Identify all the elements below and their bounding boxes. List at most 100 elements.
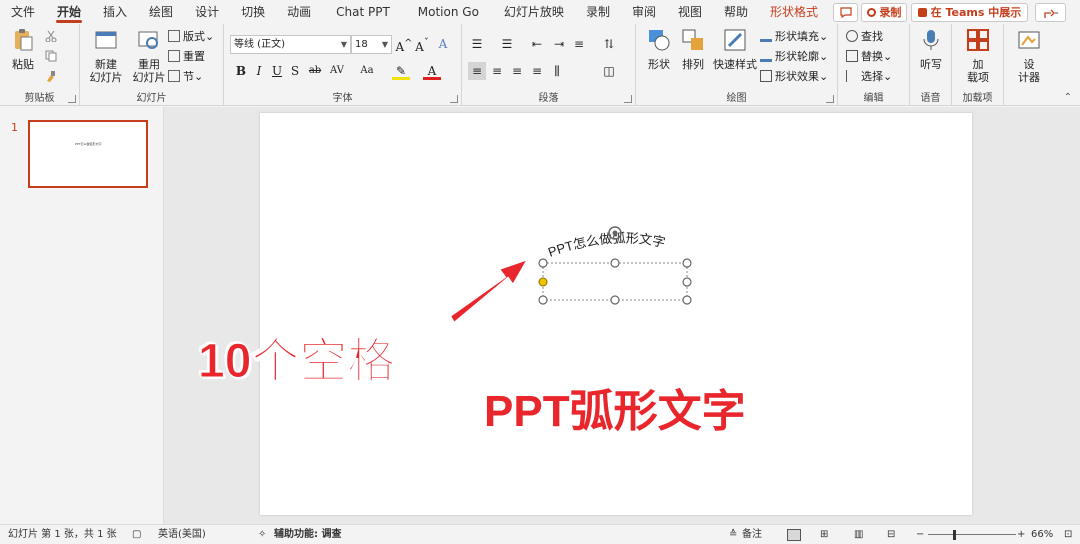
fit-to-window-icon[interactable]: ⊡ xyxy=(1064,525,1072,544)
find-button[interactable]: 查找 xyxy=(846,28,883,46)
tab-home[interactable]: 开始 xyxy=(46,0,92,24)
language[interactable]: 英语(美国) xyxy=(158,525,206,544)
arc-text-shape[interactable]: PPT怎么做弧形文字 xyxy=(260,113,972,515)
reuse-slides-button[interactable]: 重用 幻灯片 xyxy=(130,28,168,84)
resize-handle[interactable] xyxy=(538,258,548,268)
cut-button[interactable] xyxy=(45,28,60,46)
present-in-teams-button[interactable]: 在 Teams 中展示 xyxy=(911,3,1028,22)
zoom-in-icon[interactable]: + xyxy=(1017,525,1025,544)
slideshow-icon[interactable]: ⊟ xyxy=(887,525,895,544)
bold-button[interactable]: B xyxy=(232,62,250,80)
section-button[interactable]: 节⌄ xyxy=(168,68,203,86)
adjust-handle[interactable] xyxy=(538,277,548,287)
layout-button[interactable]: 版式⌄ xyxy=(168,28,214,46)
shapes-button[interactable]: 形状 xyxy=(642,28,676,71)
slide-1[interactable]: PPT怎么做弧形文字 10个空格 PPT弧形文字 xyxy=(197,113,972,515)
tab-view[interactable]: 视图 xyxy=(667,0,713,24)
font-name-select[interactable]: 等线 (正文) ▼ xyxy=(230,35,351,54)
section-icon xyxy=(168,70,180,82)
tab-chatppt[interactable]: Chat PPT xyxy=(322,0,404,24)
font-size-select[interactable]: 18 ▼ xyxy=(351,35,392,54)
copy-button[interactable] xyxy=(45,48,60,66)
zoom-level[interactable]: 66% xyxy=(1031,525,1053,544)
share-button[interactable] xyxy=(1035,3,1066,22)
bullets-button[interactable]: ☰ xyxy=(468,35,486,53)
replace-button[interactable]: 替换⌄ xyxy=(846,48,892,66)
align-right-button[interactable]: ≡ xyxy=(508,62,526,80)
slide-thumbnail[interactable]: PPT怎么做弧形文字 xyxy=(28,120,148,188)
underline-button[interactable]: U xyxy=(268,62,286,80)
tab-record[interactable]: 录制 xyxy=(575,0,621,24)
shrink-font-button[interactable]: Aˇ xyxy=(413,35,431,54)
line-spacing-button[interactable]: ≡ xyxy=(570,35,588,53)
zoom-slider[interactable] xyxy=(928,534,1016,535)
resize-handle[interactable] xyxy=(538,295,548,305)
tab-file[interactable]: 文件 xyxy=(0,0,46,24)
resize-handle[interactable] xyxy=(610,295,620,305)
shape-fill-button[interactable]: 形状填充⌄ xyxy=(760,28,828,46)
resize-handle[interactable] xyxy=(682,258,692,268)
tab-animations[interactable]: 动画 xyxy=(276,0,322,24)
tab-draw[interactable]: 绘图 xyxy=(138,0,184,24)
tab-insert[interactable]: 插入 xyxy=(92,0,138,24)
collapse-ribbon-icon[interactable]: ⌃ xyxy=(1064,92,1072,103)
shape-outline-button[interactable]: 形状轮廓⌄ xyxy=(760,48,828,66)
highlight-button[interactable]: ✎ xyxy=(392,62,410,80)
record-button[interactable]: 录制 xyxy=(861,3,907,22)
reading-view-icon[interactable]: ▥ xyxy=(854,525,863,544)
clipboard-launcher-icon[interactable] xyxy=(68,95,76,103)
format-painter-button[interactable] xyxy=(45,68,60,86)
addins-group: 加 载项 加载项 xyxy=(952,24,1004,106)
change-case-button[interactable]: Aa xyxy=(358,62,376,80)
numbering-button[interactable]: ☰ xyxy=(498,35,516,53)
slide-sorter-icon[interactable]: ⊞ xyxy=(820,525,828,544)
new-slide-button[interactable]: 新建 幻灯片 xyxy=(86,28,126,84)
smartart-button[interactable]: ◫ xyxy=(600,62,618,80)
addins-button[interactable]: 加 载项 xyxy=(961,28,995,84)
paragraph-launcher-icon[interactable] xyxy=(624,95,632,103)
increase-indent-button[interactable]: ⇥ xyxy=(550,35,568,53)
resize-handle[interactable] xyxy=(682,277,692,287)
spellcheck-icon[interactable]: ▢ xyxy=(132,525,141,544)
accessibility-status[interactable]: 辅助功能: 调查 xyxy=(274,525,341,544)
strikethrough-button[interactable]: ab xyxy=(306,62,324,80)
zoom-slider-thumb[interactable] xyxy=(953,530,956,540)
tab-review[interactable]: 审阅 xyxy=(621,0,667,24)
resize-handle[interactable] xyxy=(682,295,692,305)
ribbon: 粘贴 剪贴板 新建 幻灯片 重用 幻灯片 版式⌄ 重置 节⌄ 幻灯片 等线 (正… xyxy=(0,24,1080,106)
justify-button[interactable]: ≡ xyxy=(528,62,546,80)
tab-motiongo[interactable]: Motion Go xyxy=(404,0,493,24)
notes-button[interactable]: 备注 xyxy=(742,525,762,544)
designer-button[interactable]: 设 计器 xyxy=(1012,28,1046,84)
quick-styles-button[interactable]: 快速样式 xyxy=(712,28,758,71)
tab-shape-format[interactable]: 形状格式 xyxy=(759,0,829,24)
select-button[interactable]: 选择⌄ xyxy=(846,68,892,86)
clear-format-button[interactable]: A xyxy=(434,35,452,53)
tab-slideshow[interactable]: 幻灯片放映 xyxy=(493,0,575,24)
shadow-button[interactable]: S xyxy=(286,62,304,80)
normal-view-icon[interactable] xyxy=(787,529,801,541)
columns-button[interactable]: ⫼ xyxy=(548,62,566,80)
decrease-indent-button[interactable]: ⇤ xyxy=(528,35,546,53)
zoom-out-icon[interactable]: − xyxy=(916,525,924,544)
dictate-button[interactable]: 听写 xyxy=(914,28,948,71)
tab-design[interactable]: 设计 xyxy=(184,0,230,24)
reuse-slides-icon xyxy=(138,31,158,49)
shape-effects-button[interactable]: 形状效果⌄ xyxy=(760,68,828,86)
font-launcher-icon[interactable] xyxy=(450,95,458,103)
align-left-button[interactable]: ≡ xyxy=(468,62,486,80)
align-center-button[interactable]: ≡ xyxy=(488,62,506,80)
italic-button[interactable]: I xyxy=(250,62,268,80)
tab-help[interactable]: 帮助 xyxy=(713,0,759,24)
resize-handle[interactable] xyxy=(610,258,620,268)
drawing-launcher-icon[interactable] xyxy=(826,95,834,103)
font-color-button[interactable]: A xyxy=(423,62,441,80)
text-direction-button[interactable]: ⇅ xyxy=(600,35,618,53)
char-spacing-button[interactable]: AV xyxy=(328,62,346,80)
grow-font-button[interactable]: A^ xyxy=(395,35,413,54)
paste-button[interactable]: 粘贴 xyxy=(6,28,40,71)
tab-transitions[interactable]: 切换 xyxy=(230,0,276,24)
arrange-button[interactable]: 排列 xyxy=(676,28,710,71)
reset-button[interactable]: 重置 xyxy=(168,48,205,66)
comments-button[interactable] xyxy=(833,3,858,22)
